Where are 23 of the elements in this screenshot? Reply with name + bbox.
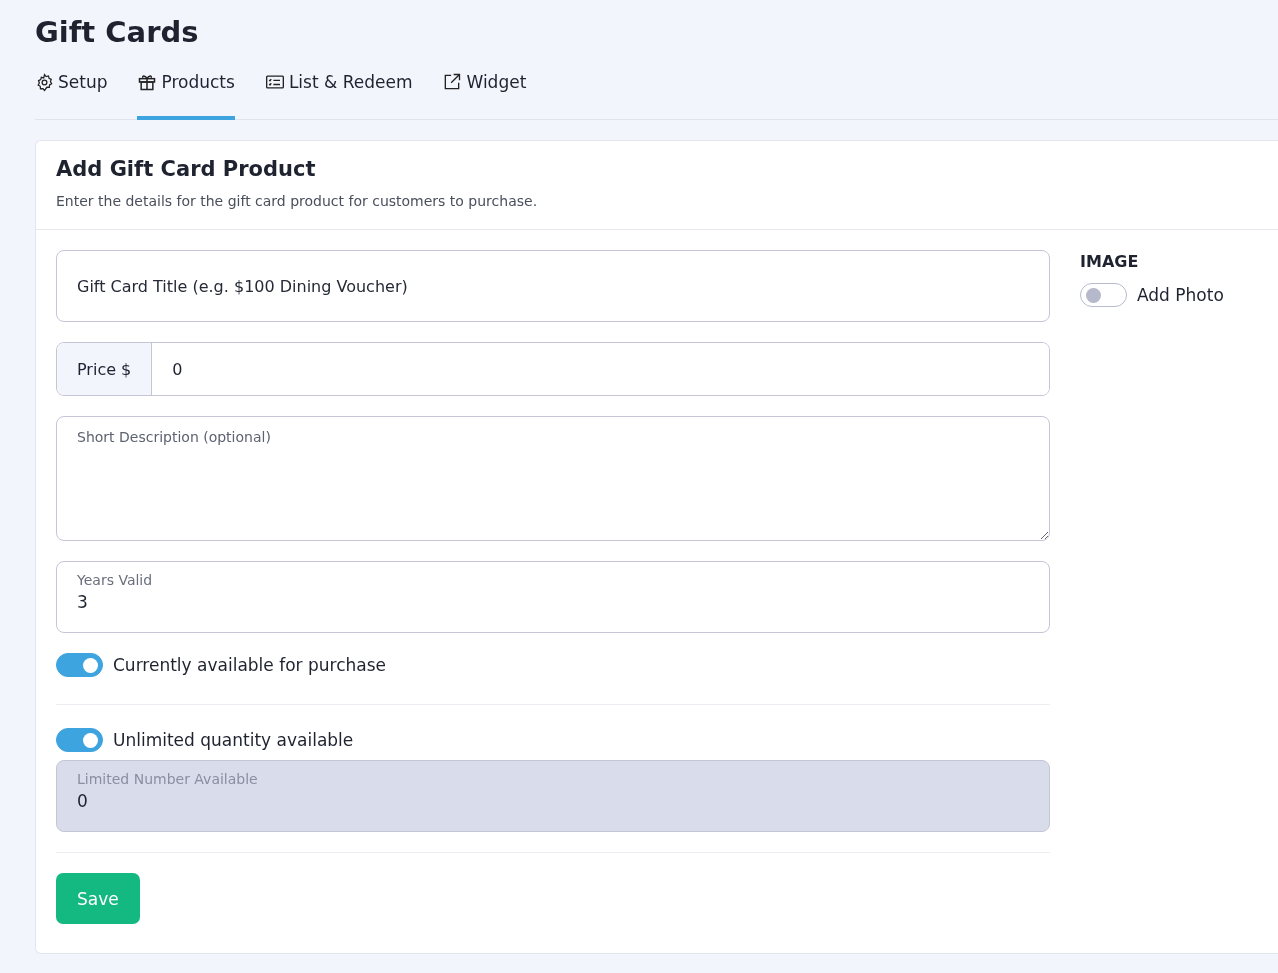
tab[interactable]: Widget (442, 72, 527, 120)
gear-icon (35, 72, 54, 92)
tab[interactable]: Products (137, 72, 235, 120)
toggle-label: Unlimited quantity available (113, 730, 354, 750)
title-input-field[interactable]: Gift Card Title (e.g. $100 Dining Voucher) (56, 250, 1050, 322)
price-prefix: Price $ (57, 343, 153, 395)
image-heading: IMAGE (1080, 252, 1140, 271)
tab[interactable]: Setup (35, 72, 108, 120)
toggle-switch[interactable] (1080, 283, 1127, 307)
gift-icon (137, 72, 158, 92)
toggle-label: Add Photo (1137, 285, 1224, 305)
card-subtitle: Enter the details for the gift card product for customers to purchase. (56, 193, 539, 209)
external-link-icon (442, 72, 463, 92)
tab[interactable]: List & Redeem (264, 72, 413, 120)
years-valid-field[interactable]: Years Valid 3 (56, 561, 1050, 633)
page-title: Gift Cards (35, 14, 200, 51)
toggle-label: Currently available for purchase (113, 655, 386, 675)
toggle-switch[interactable] (56, 728, 103, 752)
description-text-area[interactable]: Short Description (optional) (56, 416, 1050, 541)
card-title: Add Gift Card Product (56, 157, 317, 181)
toggle-switch[interactable] (56, 653, 103, 677)
list-icon (264, 73, 285, 91)
price-input-field[interactable]: Price $ 0 (56, 342, 1050, 396)
